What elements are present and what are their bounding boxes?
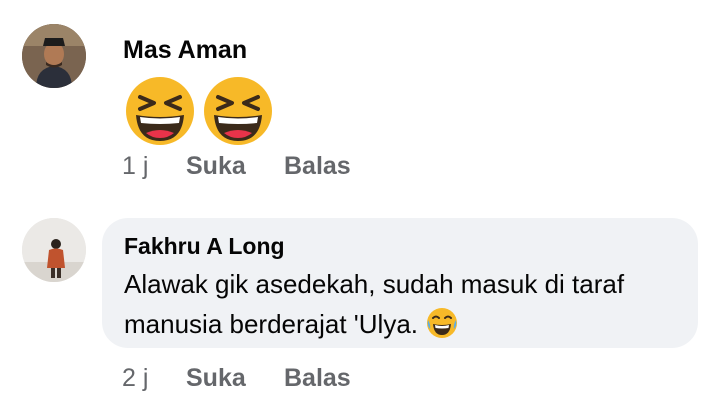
like-button[interactable]: Suka xyxy=(186,152,284,181)
comment-actions: 1 j Suka Balas xyxy=(122,152,351,181)
face-with-tears-of-joy-icon xyxy=(427,308,457,338)
comment-text-body: Alawak gik asedekah, sudah masuk di tara… xyxy=(124,269,625,339)
comment-author[interactable]: Fakhru A Long xyxy=(124,233,285,260)
comment-author[interactable]: Mas Aman xyxy=(123,36,247,65)
comment-content xyxy=(124,75,274,147)
avatar[interactable] xyxy=(22,24,86,88)
reply-button[interactable]: Balas xyxy=(284,364,351,393)
grinning-squinting-face-icon xyxy=(126,77,194,145)
comment-text: Alawak gik asedekah, sudah masuk di tara… xyxy=(124,264,684,344)
comment-timestamp[interactable]: 1 j xyxy=(122,152,186,181)
comment-bubble: Fakhru A Long Alawak gik asedekah, sudah… xyxy=(102,218,698,348)
comment-actions: 2 j Suka Balas xyxy=(122,364,351,393)
reply-button[interactable]: Balas xyxy=(284,152,351,181)
avatar[interactable] xyxy=(22,218,86,282)
grinning-squinting-face-icon xyxy=(204,77,272,145)
comment-timestamp[interactable]: 2 j xyxy=(122,364,186,393)
like-button[interactable]: Suka xyxy=(186,364,284,393)
